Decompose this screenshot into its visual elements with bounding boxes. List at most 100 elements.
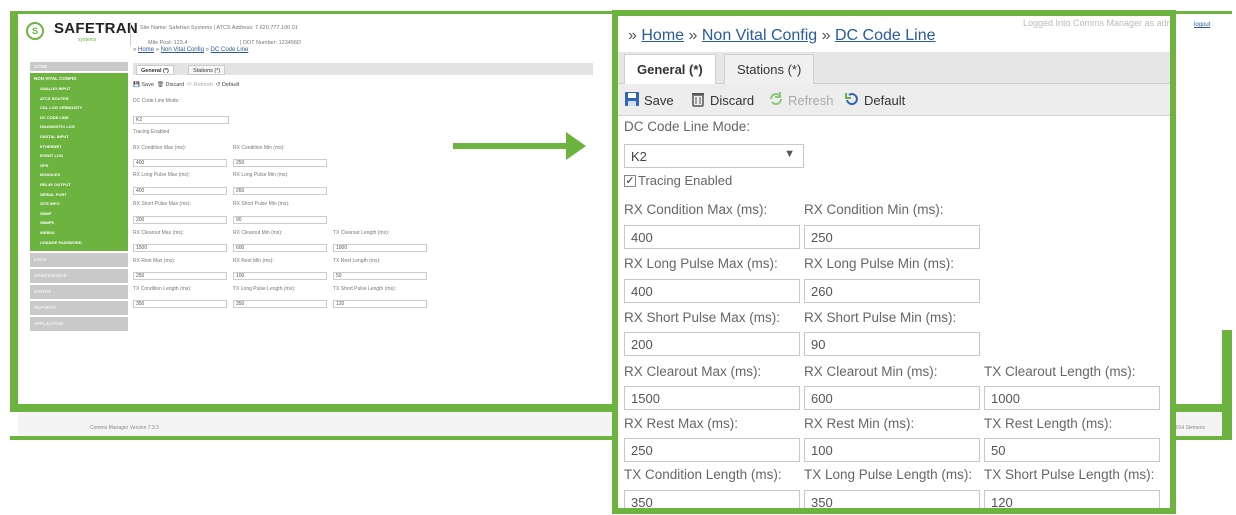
tracing-checkbox[interactable]: ✓ Tracing Enabled: [624, 173, 732, 188]
site-info: Site Name: Safetran Systems | ATCS Addre…: [140, 25, 298, 31]
sidebar-item-analog-input[interactable]: ANALOG INPUT: [30, 84, 128, 94]
sidebar-item-serial-port[interactable]: SERIAL PORT: [30, 190, 128, 200]
rx-long-min-label-small: RX Long Pulse Min (ms):: [233, 172, 289, 178]
sidebar-item-modules[interactable]: MODULES: [30, 170, 128, 180]
sidebar-item-reports[interactable]: REPORTS: [30, 301, 128, 316]
rx-cond-max-label: RX Condition Max (ms):: [624, 202, 768, 217]
rx-cond-max-input-small[interactable]: 400: [133, 159, 227, 167]
sidebar-item-ethernet[interactable]: ETHERNET: [30, 142, 128, 152]
sidebar-item-snmp[interactable]: SNMP: [30, 209, 128, 219]
default-button-small[interactable]: ↺ Default: [216, 82, 240, 88]
discard-button[interactable]: Discard: [690, 91, 754, 110]
breadcrumb-nonvital-link[interactable]: Non Vital Config: [702, 27, 817, 44]
tx-short-len-label: TX Short Pulse Length (ms):: [984, 467, 1155, 482]
tx-short-len-label-small: TX Short Pulse Length (ms):: [333, 286, 397, 292]
rx-cond-min-input[interactable]: 250: [804, 225, 980, 249]
tx-cond-len-input[interactable]: 350: [624, 490, 800, 508]
sidebar-item-change-password[interactable]: CHANGE PASSWORD: [30, 238, 128, 248]
rx-rest-max-input-small[interactable]: 250: [133, 272, 227, 280]
tx-long-len-input-small[interactable]: 350: [233, 300, 327, 308]
breadcrumb-prefix: »: [628, 27, 637, 44]
sidebar-item-snmp5[interactable]: SNMP5: [30, 218, 128, 228]
tx-clear-len-input-small[interactable]: 1000: [333, 244, 427, 252]
default-button[interactable]: Default: [844, 91, 905, 110]
sidebar-section-nonvital: NON VITAL CONFIG ANALOG INPUT ATCS ROUTE…: [30, 73, 128, 252]
refresh-button[interactable]: Refresh: [768, 91, 834, 110]
rx-clear-max-label-small: RX Clearout Max (ms):: [133, 230, 184, 236]
rx-long-max-input[interactable]: 400: [624, 279, 800, 303]
tab-general-small[interactable]: General (*): [136, 65, 174, 75]
breadcrumb-home-link[interactable]: Home: [138, 47, 154, 53]
tab-stations[interactable]: Stations (*): [724, 54, 815, 84]
rx-rest-max-input[interactable]: 250: [624, 438, 800, 462]
tx-short-len-input[interactable]: 120: [984, 490, 1160, 508]
default-label: Default: [221, 82, 240, 88]
rx-rest-min-input-small[interactable]: 100: [233, 272, 327, 280]
tx-cond-len-input-small[interactable]: 350: [133, 300, 227, 308]
sidebar: HOME NON VITAL CONFIG ANALOG INPUT ATCS …: [30, 62, 128, 332]
zoom-arrow-shaft: [453, 143, 567, 149]
sidebar-item-diagnostic-log[interactable]: DIAGNOSTIC LOG: [30, 122, 128, 132]
mode-select-small[interactable]: K2: [133, 116, 229, 124]
sidebar-item-webui[interactable]: WEB/UI: [30, 228, 128, 238]
logout-link-small[interactable]: logout: [1194, 22, 1210, 28]
tx-rest-len-input[interactable]: 50: [984, 438, 1160, 462]
sidebar-item-maintenance[interactable]: MAINTENANCE: [30, 269, 128, 284]
sidebar-item-site-info[interactable]: SITE INFO: [30, 199, 128, 209]
sidebar-item-logs[interactable]: LOGS: [30, 253, 128, 268]
rx-clear-max-input[interactable]: 1500: [624, 386, 800, 410]
rx-short-min-input-small[interactable]: 90: [233, 216, 327, 224]
rx-long-max-input-small[interactable]: 400: [133, 187, 227, 195]
rx-cond-max-input[interactable]: 400: [624, 225, 800, 249]
sidebar-item-home[interactable]: HOME: [30, 62, 128, 71]
rx-clear-min-label-small: RX Clearout Min (ms):: [233, 230, 283, 236]
mode-select-value: K2: [631, 149, 647, 164]
sidebar-item-digital-input[interactable]: DIGITAL INPUT: [30, 132, 128, 142]
rx-clear-min-input[interactable]: 600: [804, 386, 980, 410]
rx-long-max-label: RX Long Pulse Max (ms):: [624, 256, 778, 271]
tab-stations-small[interactable]: Stations (*): [188, 65, 226, 75]
rx-long-min-label: RX Long Pulse Min (ms):: [804, 256, 955, 271]
rx-short-min-input[interactable]: 90: [804, 332, 980, 356]
save-button-small[interactable]: 💾 Save: [133, 82, 154, 88]
breadcrumb-nonvital-link[interactable]: Non Vital Config: [161, 47, 204, 53]
sidebar-item-application[interactable]: APPLICATION: [30, 317, 128, 332]
breadcrumb-separator: »: [821, 27, 831, 44]
discard-button-small[interactable]: 🗑 Discard: [157, 82, 184, 88]
mode-select[interactable]: K2 ▼: [624, 144, 804, 168]
tx-rest-len-input-small[interactable]: 50: [333, 272, 427, 280]
tx-long-len-label: TX Long Pulse Length (ms):: [804, 467, 973, 482]
rx-long-min-input[interactable]: 260: [804, 279, 980, 303]
tab-general[interactable]: General (*): [624, 54, 716, 85]
rx-long-min-input-small[interactable]: 260: [233, 187, 327, 195]
rx-clear-min-input-small[interactable]: 600: [233, 244, 327, 252]
save-button[interactable]: Save: [624, 91, 674, 110]
sidebar-item-status[interactable]: STATUS: [30, 285, 128, 300]
sidebar-item-dc-code-line[interactable]: DC CODE LINE: [30, 113, 128, 123]
sidebar-item-cdl-log[interactable]: CDL LOG VERBOSITY: [30, 103, 128, 113]
sidebar-section-title[interactable]: NON VITAL CONFIG: [30, 75, 128, 84]
sidebar-item-atcs-router[interactable]: ATCS ROUTER: [30, 94, 128, 104]
breadcrumb-home-link[interactable]: Home: [641, 27, 684, 44]
rx-rest-min-input[interactable]: 100: [804, 438, 980, 462]
tracing-label: Tracing Enabled: [638, 173, 733, 188]
dot-number: | DOT Number: 123456D: [240, 40, 301, 46]
tx-short-len-input-small[interactable]: 120: [333, 300, 427, 308]
sidebar-item-relay-output[interactable]: RELAY OUTPUT: [30, 180, 128, 190]
breadcrumb-dccodeline-link[interactable]: DC Code Line: [211, 47, 249, 53]
rx-short-max-input[interactable]: 200: [624, 332, 800, 356]
tx-long-len-input[interactable]: 350: [804, 490, 980, 508]
tx-clear-len-input[interactable]: 1000: [984, 386, 1160, 410]
tracing-checkbox-small[interactable]: Tracing Enabled: [133, 129, 169, 135]
sidebar-item-gps[interactable]: GPS: [30, 161, 128, 171]
breadcrumb-dccodeline-link[interactable]: DC Code Line: [835, 27, 936, 44]
rx-cond-min-label-small: RX Condition Min (ms):: [233, 145, 285, 151]
discard-label: Discard: [710, 93, 755, 108]
rx-clear-max-input-small[interactable]: 1500: [133, 244, 227, 252]
refresh-button-small[interactable]: ⟳ Refresh: [187, 82, 212, 88]
sidebar-item-event-log[interactable]: EVENT LOG: [30, 151, 128, 161]
mode-label: DC Code Line Mode:: [624, 119, 751, 134]
breadcrumb: » Home » Non Vital Config » DC Code Line: [628, 27, 936, 45]
rx-short-max-input-small[interactable]: 200: [133, 216, 227, 224]
rx-cond-min-input-small[interactable]: 250: [233, 159, 327, 167]
